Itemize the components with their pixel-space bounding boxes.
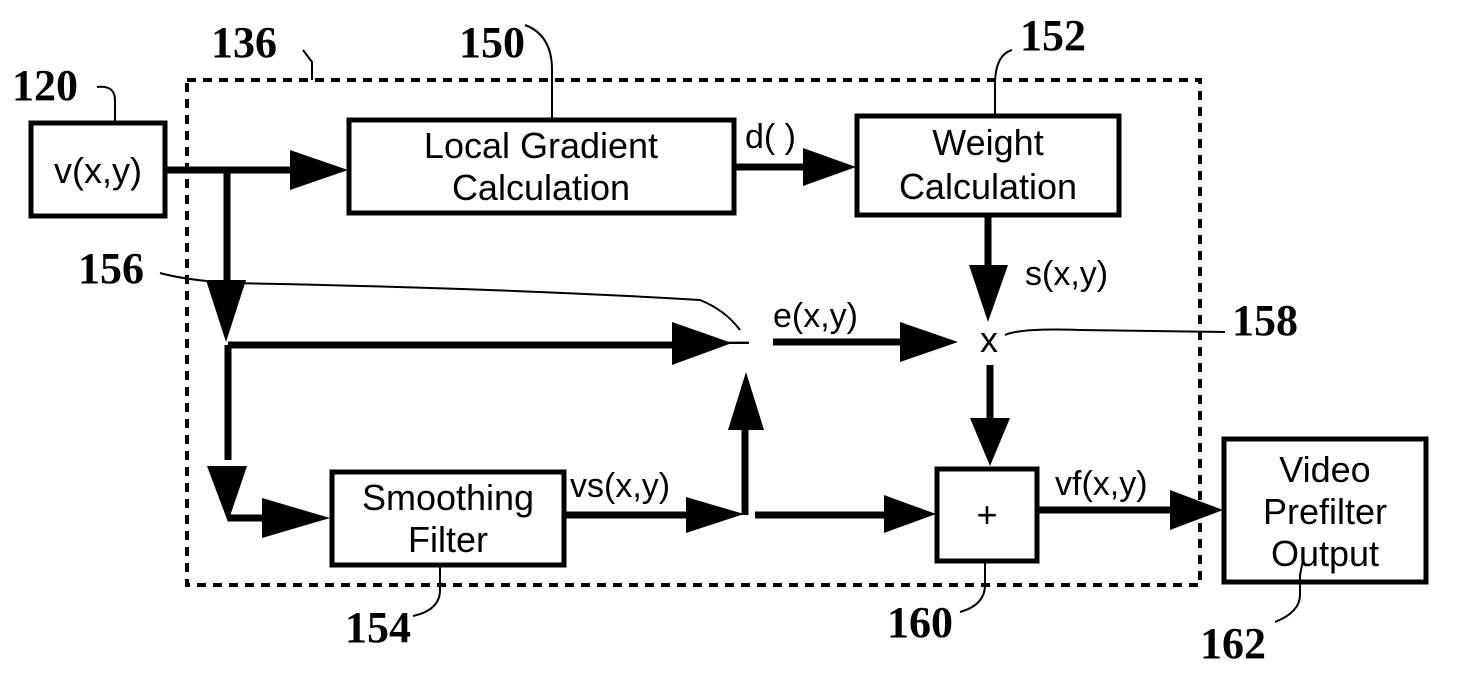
arrow-head-smoothing-out bbox=[686, 497, 744, 533]
video-prefilter-diagram: v(x,y) Local Gradient Calculation Weight… bbox=[12, 11, 1429, 668]
arrow-head-to-adder bbox=[884, 495, 936, 533]
output-label-line3: Output bbox=[1271, 533, 1379, 574]
local-gradient-label-line2: Calculation bbox=[452, 167, 630, 208]
leader-152 bbox=[994, 49, 1013, 116]
leader-150 bbox=[524, 24, 553, 120]
ref-numeral-154: 154 bbox=[345, 603, 411, 652]
local-gradient-label-line1: Local Gradient bbox=[424, 125, 658, 166]
weight-calculation-block: Weight Calculation bbox=[854, 113, 1122, 218]
leader-136 bbox=[302, 49, 313, 80]
leader-158 bbox=[1004, 328, 1226, 336]
adder-symbol: + bbox=[976, 494, 997, 535]
output-label-line2: Prefilter bbox=[1263, 491, 1387, 532]
signal-label-e: e(x,y) bbox=[773, 297, 858, 335]
ref-numeral-120: 120 bbox=[12, 61, 78, 110]
input-block: v(x,y) bbox=[28, 120, 168, 219]
leader-156 bbox=[159, 272, 741, 331]
local-gradient-block: Local Gradient Calculation bbox=[346, 117, 737, 216]
arrow-head-e-to-multiplier bbox=[900, 322, 958, 362]
arrow-head-to-smoothing bbox=[262, 498, 330, 538]
arrow-head-to-weight bbox=[803, 148, 856, 186]
arrow-head-to-gradient bbox=[290, 150, 348, 190]
arrow-head-to-subtractor bbox=[672, 322, 732, 365]
weight-label-line1: Weight bbox=[932, 122, 1043, 163]
adder-block: + bbox=[934, 466, 1040, 564]
signal-label-vs: vs(x,y) bbox=[570, 467, 670, 505]
signal-label-d: d( ) bbox=[745, 118, 796, 156]
ref-numeral-156: 156 bbox=[78, 244, 144, 293]
ref-numeral-158: 158 bbox=[1232, 296, 1298, 345]
ref-numeral-152: 152 bbox=[1020, 11, 1086, 60]
leader-154 bbox=[412, 565, 441, 617]
arrow-head-to-multiplier bbox=[969, 265, 1008, 322]
arrow-head-to-output bbox=[1170, 490, 1223, 530]
signal-lines bbox=[165, 163, 1175, 522]
ref-numeral-162: 162 bbox=[1200, 619, 1266, 668]
output-label-line1: Video bbox=[1279, 449, 1370, 490]
video-prefilter-output-block: Video Prefilter Output bbox=[1221, 436, 1429, 585]
smoothing-label-line1: Smoothing bbox=[362, 477, 534, 518]
arrow-head-trunk-down-2 bbox=[207, 466, 247, 522]
multiplier-symbol: x bbox=[980, 319, 998, 360]
arrow-head-down-to-adder bbox=[970, 418, 1010, 466]
signal-label-s: s(x,y) bbox=[1025, 255, 1108, 293]
input-block-label: v(x,y) bbox=[54, 150, 142, 191]
ref-numeral-160: 160 bbox=[887, 598, 953, 647]
smoothing-label-line2: Filter bbox=[408, 519, 488, 560]
ref-numeral-136: 136 bbox=[211, 18, 277, 67]
ref-numeral-150: 150 bbox=[459, 18, 525, 67]
signal-label-vf: vf(x,y) bbox=[1055, 465, 1148, 503]
weight-label-line2: Calculation bbox=[899, 166, 1077, 207]
leader-120 bbox=[96, 85, 116, 123]
arrow-head-trunk-down-1 bbox=[206, 280, 246, 342]
arrow-head-up-to-subtractor bbox=[728, 372, 764, 430]
smoothing-filter-block: Smoothing Filter bbox=[329, 469, 567, 568]
subtractor-symbol: – bbox=[729, 319, 749, 360]
